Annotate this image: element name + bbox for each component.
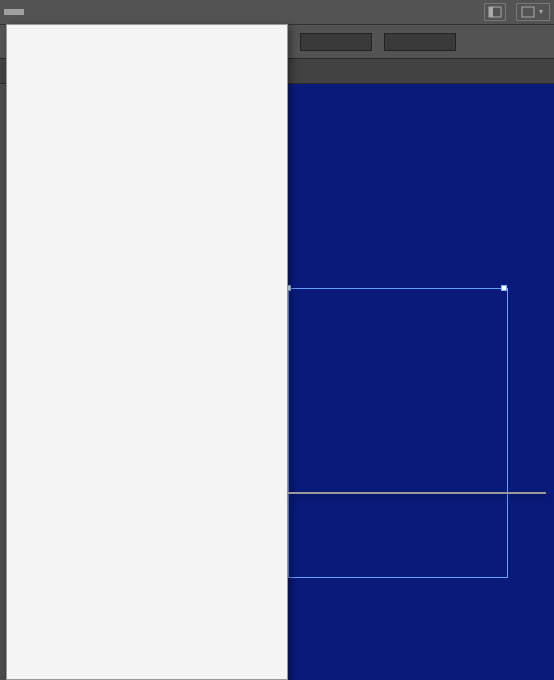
canvas[interactable] <box>288 84 554 680</box>
blend-submenu <box>288 492 546 494</box>
menubar-item-help[interactable] <box>124 9 144 15</box>
layout-icon[interactable] <box>484 3 506 21</box>
field-width[interactable] <box>384 33 456 51</box>
selection-rect[interactable] <box>288 288 508 578</box>
menubar-item-view[interactable] <box>84 9 104 15</box>
menubar-item-window[interactable] <box>104 9 124 15</box>
menubar <box>0 0 554 24</box>
selection-handle[interactable] <box>501 285 507 291</box>
object-menu <box>6 24 288 680</box>
menubar-item-object[interactable] <box>4 9 24 15</box>
menubar-item-select[interactable] <box>44 9 64 15</box>
arrange-dropdown-icon[interactable] <box>516 3 550 21</box>
menubar-item-effect[interactable] <box>64 9 84 15</box>
menubar-item-text[interactable] <box>24 9 44 15</box>
field-y[interactable] <box>300 33 372 51</box>
